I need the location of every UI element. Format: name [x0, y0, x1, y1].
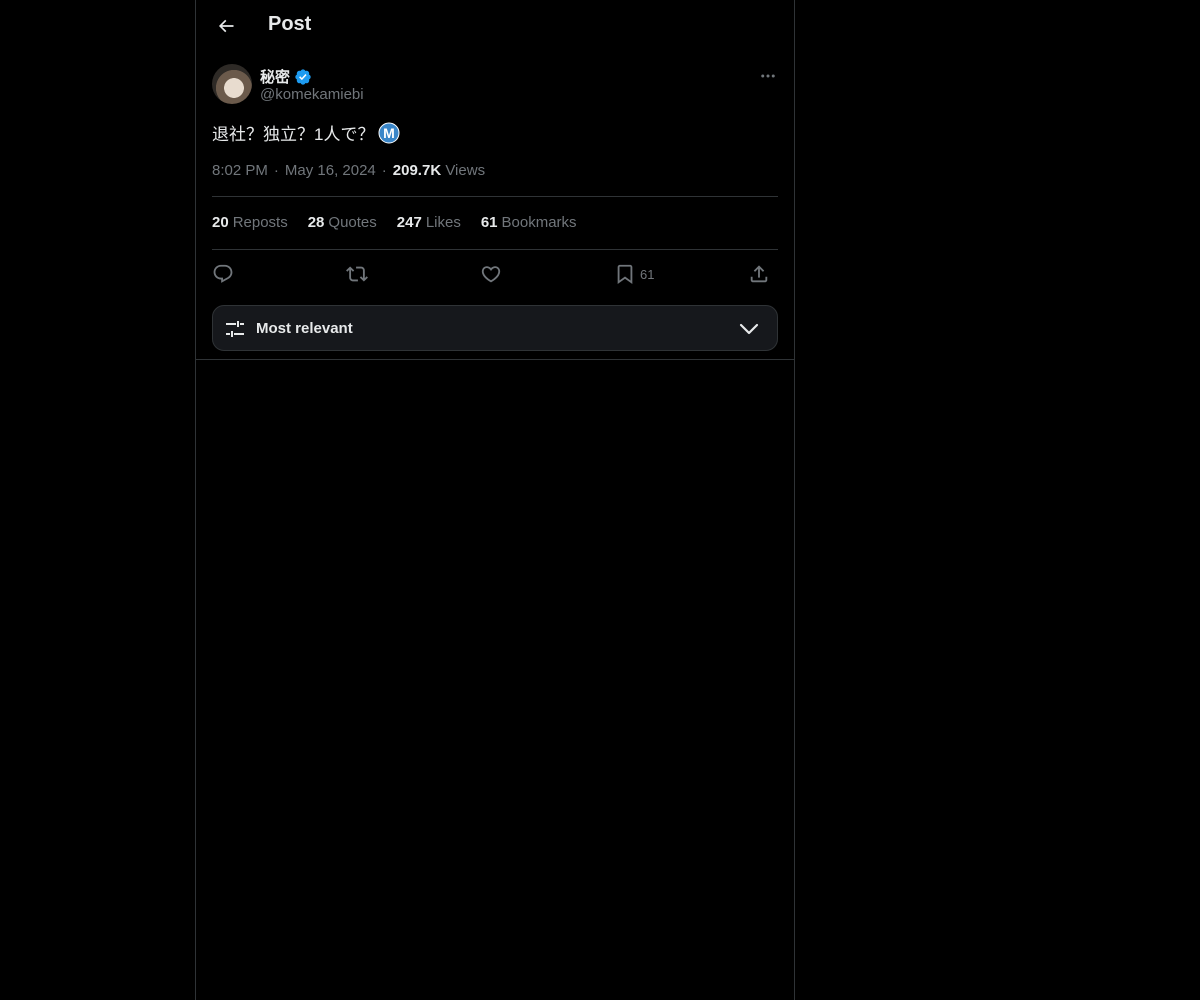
more-options-button[interactable]	[754, 64, 782, 88]
separator-dot: ·	[273, 162, 279, 179]
page-title: Post	[268, 13, 312, 35]
main-column: Post 秘密 @komekamiebi 退社？独立？1人で？ M 8:02 P…	[195, 0, 795, 1000]
views-count: 209.7K	[392, 162, 442, 179]
bookmark-count: 61	[640, 266, 655, 282]
sort-replies-dropdown[interactable]: Most relevant	[212, 305, 778, 351]
page-header: Post	[196, 0, 794, 54]
reposts-count: 20	[212, 214, 229, 231]
post-stats: 20 Reposts 28 Quotes 247 Likes 61 Bookmarks	[212, 214, 577, 231]
repost-icon	[346, 266, 368, 282]
avatar[interactable]	[212, 64, 252, 104]
likes-count: 247	[396, 214, 422, 231]
svg-text:M: M	[384, 125, 396, 141]
likes-stat[interactable]: 247 Likes	[397, 214, 461, 231]
quotes-stat[interactable]: 28 Quotes	[308, 214, 377, 231]
share-icon	[750, 265, 768, 283]
author-handle[interactable]: @komekamiebi	[260, 86, 364, 103]
author-name: 秘密	[260, 69, 291, 86]
verified-badge-icon	[295, 68, 311, 85]
reply-icon	[213, 264, 233, 283]
m-badge-icon: M	[378, 122, 400, 143]
quotes-count: 28	[307, 214, 325, 231]
post-actions: 61	[212, 262, 778, 286]
separator-dot: ·	[381, 162, 387, 179]
reposts-stat[interactable]: 20 Reposts	[212, 214, 288, 231]
heart-icon	[481, 266, 501, 283]
likes-label: Likes	[425, 214, 461, 231]
chevron-down-icon	[739, 323, 759, 335]
arrow-left-icon	[218, 19, 234, 33]
bookmarks-label: Bookmarks	[501, 214, 577, 231]
quotes-label: Quotes	[328, 214, 377, 231]
sort-label: Most relevant	[256, 320, 353, 337]
post-date[interactable]: May 16, 2024	[285, 162, 376, 179]
bookmark-icon	[617, 264, 633, 285]
bookmarks-stat[interactable]: 61 Bookmarks	[481, 214, 577, 231]
back-button[interactable]	[208, 8, 244, 44]
views-label: Views	[445, 162, 486, 179]
author-name-row[interactable]: 秘密	[260, 66, 312, 87]
post-meta: 8:02 PM · May 16, 2024 · 209.7K Views	[212, 162, 485, 179]
post-time[interactable]: 8:02 PM	[212, 162, 268, 179]
repost-button[interactable]	[346, 262, 368, 286]
divider	[196, 359, 794, 360]
more-icon	[761, 74, 775, 78]
bookmark-button[interactable]: 61	[614, 262, 654, 286]
post-text-row: 退社？独立？1人で？ M	[212, 120, 400, 145]
post-text: 退社？独立？1人で？	[212, 125, 375, 144]
divider	[212, 249, 778, 250]
sliders-icon	[226, 321, 244, 337]
share-button[interactable]	[748, 262, 770, 286]
like-button[interactable]	[480, 262, 502, 286]
divider	[212, 196, 778, 197]
bookmarks-count: 61	[480, 214, 498, 231]
reposts-label: Reposts	[232, 214, 288, 231]
reply-button[interactable]	[212, 262, 234, 286]
